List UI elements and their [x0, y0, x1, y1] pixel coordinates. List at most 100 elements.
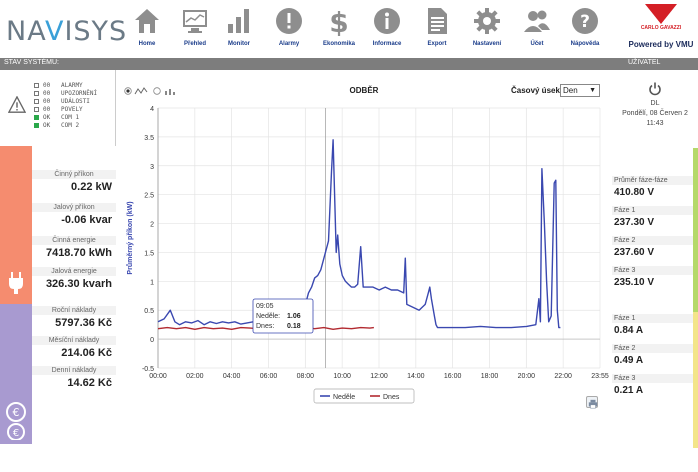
bar-chart-icon	[228, 9, 249, 33]
status-list: 00 ALARMY 00 UPOZORNĚNÍ 00 UDÁLOSTI 00 POVEL…	[34, 82, 97, 130]
y-tick-label: 0	[150, 337, 154, 344]
y-tick-label: 2	[150, 222, 154, 229]
system-status-label: STAV SYSTÉMU:	[4, 59, 59, 66]
x-tick-label: 10:00	[333, 373, 351, 380]
active-energy-metric: Činná energie 7418.70 kWh	[32, 236, 116, 261]
print-button[interactable]	[586, 396, 598, 409]
yearly-costs-metric: Roční náklady 5797.36 Kč	[32, 306, 116, 331]
svg-text:€: €	[13, 406, 20, 419]
nav-account[interactable]: Účet	[514, 6, 560, 58]
nav-information[interactable]: Informace	[364, 6, 410, 58]
home-icon	[135, 9, 159, 33]
legend-label: Neděle	[333, 394, 355, 401]
nav-settings[interactable]: Nastavení	[464, 6, 510, 58]
x-tick-label: 06:00	[260, 373, 278, 380]
navisys-logo[interactable]: NAVISYS	[6, 16, 127, 47]
info-icon	[374, 8, 400, 34]
voltage-phase2-metric: Fáze 2 237.60 V	[612, 236, 693, 260]
status-indicator	[34, 123, 39, 128]
nav-alarms[interactable]: Alarmy	[266, 6, 312, 58]
monitor-icon	[183, 10, 207, 33]
help-icon: ?	[572, 8, 598, 34]
users-icon	[524, 10, 550, 32]
status-item-com2[interactable]: OK COM 2	[34, 122, 97, 130]
user-section-label: UŽIVATEL	[628, 59, 661, 66]
x-tick-label: 20:00	[518, 373, 536, 380]
nav-overview[interactable]: Přehled	[172, 6, 218, 58]
monthly-costs-metric: Měsíční náklady 214.06 Kč	[32, 336, 116, 361]
x-tick-label: 12:00	[370, 373, 388, 380]
daily-costs-metric: Denní náklady 14.62 Kč	[32, 366, 116, 391]
nav-monitor[interactable]: Monitor	[216, 6, 262, 58]
nav-help[interactable]: ? Nápověda	[562, 6, 608, 58]
y-tick-label: -0.5	[142, 366, 154, 373]
status-indicator	[34, 99, 39, 104]
nav-home[interactable]: Home	[124, 6, 170, 58]
print-icon	[588, 399, 598, 409]
voltage-average-metric: Průměr fáze-fáze 410.80 V	[612, 176, 693, 200]
current-panel: Fáze 1 0.84 A Fáze 2 0.49 A Fáze 3 0.21 …	[612, 312, 698, 448]
section-bar: STAV SYSTÉMU: UŽIVATEL	[0, 58, 698, 70]
header: NAVISYS Home Přehled Monitor Alarmy $ Ek…	[0, 0, 698, 58]
y-tick-label: 3.5	[144, 135, 154, 142]
y-tick-label: 1	[150, 279, 154, 286]
status-indicator	[34, 107, 39, 112]
costs-panel: € € Roční náklady 5797.36 Kč Měsíční nákl…	[0, 304, 116, 444]
user-name: DL	[650, 100, 660, 107]
x-tick-label: 02:00	[186, 373, 204, 380]
x-tick-label: 00:00	[149, 373, 167, 380]
tooltip-series-name: Dnes:	[256, 323, 274, 330]
x-tick-label: 08:00	[297, 373, 315, 380]
document-icon	[428, 8, 447, 34]
period-select[interactable]: Den ▼	[560, 84, 600, 97]
voltage-panel: Průměr fáze-fáze 410.80 V Fáze 1 237.30 …	[612, 148, 698, 312]
x-tick-label: 23:55	[591, 373, 609, 380]
y-tick-label: 2.5	[144, 193, 154, 200]
euro-coins-icon: €€	[6, 402, 26, 440]
status-item-warnings[interactable]: 00 UPOZORNĚNÍ	[34, 90, 97, 98]
brand-logo: CARLO GAVAZZI Powered by VMU	[628, 4, 694, 58]
status-indicator	[34, 91, 39, 96]
x-tick-label: 14:00	[407, 373, 425, 380]
energy-panel: Činný příkon 0.22 kW Jalový příkon -0.06…	[0, 146, 116, 304]
voltage-phase3-metric: Fáze 3 235.10 V	[612, 266, 693, 290]
tooltip-series-value: 1.06	[287, 313, 301, 320]
warning-icon	[276, 8, 302, 34]
x-tick-label: 16:00	[444, 373, 462, 380]
y-axis-label: Průměrný příkon (kW)	[126, 201, 134, 274]
x-tick-label: 04:00	[223, 373, 241, 380]
legend-label: Dnes	[383, 394, 400, 401]
x-tick-label: 22:00	[554, 373, 572, 380]
nav-economics[interactable]: $ Ekonomika	[316, 6, 362, 58]
reactive-power-metric: Jalový příkon -0.06 kvar	[32, 203, 116, 228]
costs-stripe: € €	[0, 304, 32, 444]
tooltip-series-value: 0.18	[287, 323, 301, 330]
chart-toolbar: ODBĚR Časový úsek Den ▼	[118, 84, 610, 100]
voltage-phase1-metric: Fáze 1 237.30 V	[612, 206, 693, 230]
nav-export[interactable]: Export	[414, 6, 460, 58]
status-item-events[interactable]: 00 UDÁLOSTI	[34, 98, 97, 106]
svg-text:$: $	[329, 6, 348, 36]
current-time: 11:43	[646, 120, 664, 127]
reactive-energy-metric: Jalová energie 326.30 kvarh	[32, 267, 116, 292]
y-tick-label: 0.5	[144, 308, 154, 315]
power-icon[interactable]	[648, 82, 662, 96]
x-tick-label: 18:00	[481, 373, 499, 380]
system-status-panel: 00 ALARMY 00 UPOZORNĚNÍ 00 UDÁLOSTI 00 POVEL…	[0, 70, 116, 146]
y-tick-label: 4	[150, 106, 154, 113]
energy-stripe	[0, 146, 32, 304]
y-tick-label: 3	[150, 164, 154, 171]
svg-text:?: ?	[580, 12, 590, 32]
current-phase2-metric: Fáze 2 0.49 A	[612, 344, 693, 368]
status-item-alarms[interactable]: 00 ALARMY	[34, 82, 97, 90]
current-date: Pondělí, 08 Červen 2	[622, 110, 688, 117]
status-item-com1[interactable]: OK COM 1	[34, 114, 97, 122]
dollar-icon: $	[329, 6, 348, 36]
y-tick-label: 1.5	[144, 250, 154, 257]
current-phase3-metric: Fáze 3 0.21 A	[612, 374, 693, 398]
warning-triangle-icon	[8, 96, 26, 113]
gear-icon	[474, 8, 500, 34]
footer	[0, 452, 698, 472]
consumption-chart[interactable]: -0.5 0 0.5 1 1.5 2 2.5 3 3.5 4 00:00 02:00 04:00 06:0…	[118, 100, 610, 440]
status-item-commands[interactable]: 00 POVELY	[34, 106, 97, 114]
